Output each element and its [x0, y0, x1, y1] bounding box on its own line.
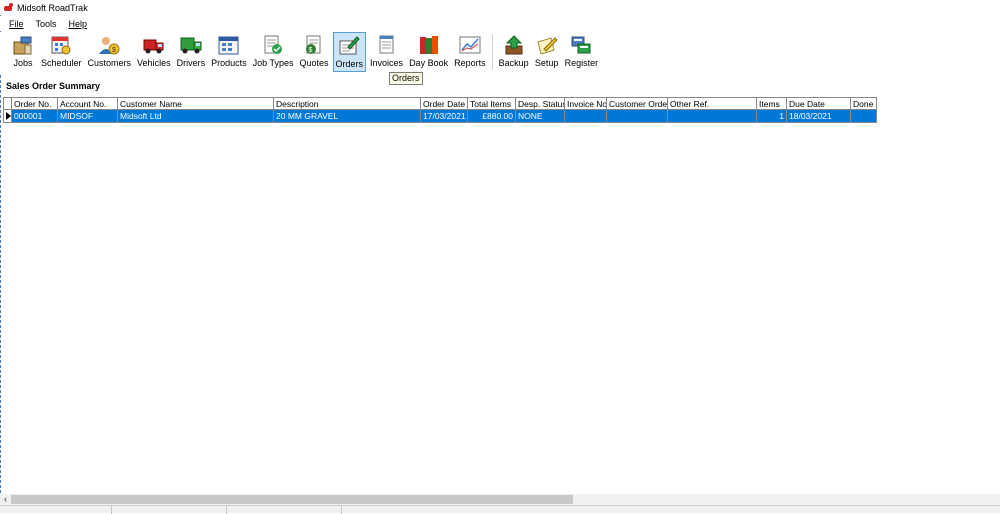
backup-button[interactable]: Backup	[497, 32, 531, 72]
svg-text:$: $	[112, 47, 116, 54]
vehicles-label: Vehicles	[137, 58, 171, 68]
app-window: Midsoft RoadTrak File Tools Help Jobs Sc…	[0, 0, 1000, 514]
orders-tooltip: Orders	[389, 72, 423, 85]
column-header[interactable]: Due Date	[787, 98, 851, 109]
scroll-left-icon[interactable]: ‹	[1, 494, 10, 505]
table-cell[interactable]: 17/03/2021	[421, 110, 468, 122]
job-types-label: Job Types	[252, 58, 294, 68]
backup-icon	[502, 34, 526, 56]
column-header[interactable]: Other Ref.	[668, 98, 757, 109]
scheduler-icon	[49, 34, 73, 56]
reports-label: Reports	[454, 58, 486, 68]
drivers-label: Drivers	[176, 58, 206, 68]
table-cell[interactable]: Midsoft Ltd	[118, 110, 274, 122]
jobs-button[interactable]: Jobs	[9, 32, 37, 72]
window-title: Midsoft RoadTrak	[17, 2, 88, 13]
table-cell[interactable]: NONE	[516, 110, 565, 122]
register-label: Register	[564, 58, 599, 68]
drivers-button[interactable]: Drivers	[175, 32, 208, 72]
menu-tools-label: Tools	[35, 18, 57, 29]
setup-button[interactable]: Setup	[533, 32, 561, 72]
day-book-label: Day Book	[409, 58, 449, 68]
menu-file[interactable]: File	[9, 19, 24, 29]
column-header[interactable]: Order Date	[421, 98, 468, 109]
job-types-icon	[261, 34, 285, 56]
horizontal-scrollbar[interactable]: ‹	[0, 494, 1000, 505]
row-indicator-header	[3, 98, 12, 109]
invoices-label: Invoices	[370, 58, 404, 68]
column-header[interactable]: Order No.	[12, 98, 58, 109]
register-icon	[569, 34, 593, 56]
setup-icon	[535, 34, 559, 56]
customers-button[interactable]: $ Customers	[86, 32, 134, 72]
row-indicator	[3, 110, 12, 122]
orders-icon	[337, 35, 361, 57]
orders-button[interactable]: Orders	[332, 32, 367, 72]
table-cell[interactable]: 1	[757, 110, 787, 122]
jobs-label: Jobs	[13, 58, 33, 68]
column-header[interactable]: Description	[274, 98, 421, 109]
reports-icon	[458, 34, 482, 56]
register-button[interactable]: Register	[563, 32, 601, 72]
column-header[interactable]: Total Items	[468, 98, 516, 109]
setup-label: Setup	[534, 58, 559, 68]
table-cell[interactable]	[607, 110, 668, 122]
table-cell[interactable]: MIDSOF	[58, 110, 118, 122]
column-header[interactable]: Customer Name	[118, 98, 274, 109]
day-book-icon	[417, 34, 441, 56]
customers-icon: $	[97, 34, 121, 56]
orders-grid: Order No. Account No. Customer Name Desc…	[3, 97, 877, 123]
products-icon	[217, 34, 241, 56]
quotes-icon: $	[302, 34, 326, 56]
main-toolbar: Jobs Scheduler $ Customers Vehicles Driv…	[0, 32, 1000, 74]
quotes-label: Quotes	[299, 58, 329, 68]
invoices-button[interactable]: Invoices	[368, 32, 405, 72]
day-book-button[interactable]: Day Book	[407, 32, 450, 72]
menu-help-label: Help	[68, 18, 88, 29]
table-cell[interactable]: 18/03/2021	[787, 110, 851, 122]
column-header[interactable]: Desp. Status	[516, 98, 565, 109]
orders-label: Orders	[335, 59, 364, 69]
scheduler-label: Scheduler	[41, 58, 82, 68]
menu-bar: File Tools Help	[0, 16, 1000, 31]
svg-text:$: $	[309, 47, 313, 54]
column-header[interactable]: Customer Order	[607, 98, 668, 109]
column-header[interactable]: Items	[757, 98, 787, 109]
row-pointer-icon	[6, 112, 11, 120]
drivers-icon	[179, 34, 203, 56]
customers-label: Customers	[87, 58, 132, 68]
quotes-button[interactable]: $ Quotes	[297, 32, 330, 72]
table-cell[interactable]	[851, 110, 877, 122]
title-bar: Midsoft RoadTrak	[0, 0, 1000, 15]
vehicles-button[interactable]: Vehicles	[135, 32, 173, 72]
reports-button[interactable]: Reports	[452, 32, 488, 72]
column-header[interactable]: Account No.	[58, 98, 118, 109]
toolbar-separator	[491, 35, 493, 69]
job-types-button[interactable]: Job Types	[251, 32, 296, 72]
scheduler-button[interactable]: Scheduler	[39, 32, 84, 72]
invoices-icon	[375, 34, 399, 56]
table-cell[interactable]	[668, 110, 757, 122]
grid-header: Order No. Account No. Customer Name Desc…	[3, 97, 877, 110]
table-cell[interactable]: £880.00	[468, 110, 516, 122]
table-row[interactable]: 000001 MIDSOF Midsoft Ltd 20 MM GRAVEL 1…	[3, 110, 877, 123]
window-border	[0, 0, 2, 513]
table-cell[interactable]	[565, 110, 607, 122]
column-header[interactable]: Done	[851, 98, 877, 109]
vehicles-icon	[142, 34, 166, 56]
table-cell[interactable]: 000001	[12, 110, 58, 122]
menu-file-label: File	[9, 18, 24, 29]
menu-tools[interactable]: Tools	[36, 19, 57, 29]
scrollbar-thumb[interactable]	[11, 495, 573, 504]
table-cell[interactable]: 20 MM GRAVEL	[274, 110, 421, 122]
menu-help[interactable]: Help	[69, 19, 88, 29]
status-bar	[0, 505, 1000, 514]
jobs-icon	[11, 34, 35, 56]
products-button[interactable]: Products	[209, 32, 249, 72]
column-header[interactable]: Invoice No	[565, 98, 607, 109]
backup-label: Backup	[498, 58, 529, 68]
section-title: Sales Order Summary	[6, 81, 101, 91]
app-logo-icon	[4, 2, 14, 13]
products-label: Products	[211, 58, 247, 68]
